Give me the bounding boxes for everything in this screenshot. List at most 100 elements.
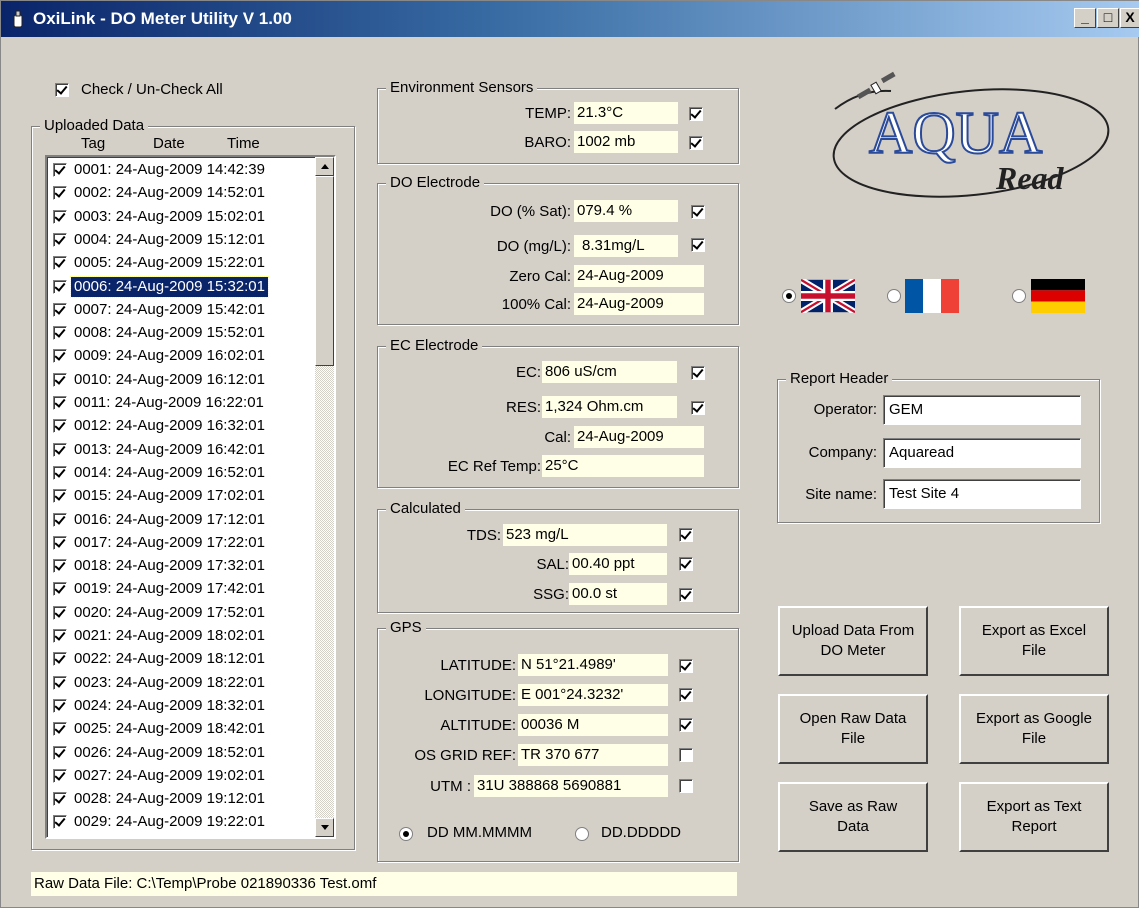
- row-checkbox[interactable]: [53, 698, 67, 713]
- row-checkbox[interactable]: [53, 815, 67, 830]
- data-row[interactable]: 0009: 24-Aug-2009 16:02:01: [51, 346, 313, 366]
- export-text-report-button[interactable]: Export as Text Report: [959, 782, 1109, 852]
- temp-checkbox[interactable]: [689, 107, 703, 121]
- res-checkbox[interactable]: [691, 401, 705, 415]
- data-row[interactable]: 0027: 24-Aug-2009 19:02:01: [51, 766, 313, 786]
- row-checkbox[interactable]: [53, 442, 67, 457]
- data-row[interactable]: 0018: 24-Aug-2009 17:32:01: [51, 556, 313, 576]
- data-row[interactable]: 0006: 24-Aug-2009 15:32:01: [51, 275, 313, 298]
- row-checkbox[interactable]: [53, 279, 67, 294]
- row-checkbox[interactable]: [53, 675, 67, 690]
- data-row[interactable]: 0013: 24-Aug-2009 16:42:01: [51, 440, 313, 460]
- upload-data-button[interactable]: Upload Data From DO Meter: [778, 606, 928, 676]
- row-checkbox[interactable]: [53, 349, 67, 364]
- data-row[interactable]: 0028: 24-Aug-2009 19:12:01: [51, 789, 313, 809]
- export-google-button[interactable]: Export as Google File: [959, 694, 1109, 764]
- row-checkbox[interactable]: [53, 582, 67, 597]
- data-row[interactable]: 0016: 24-Aug-2009 17:12:01: [51, 510, 313, 530]
- data-row[interactable]: 0022: 24-Aug-2009 18:12:01: [51, 649, 313, 669]
- row-checkbox[interactable]: [53, 326, 67, 341]
- longitude-checkbox[interactable]: [679, 688, 693, 702]
- germany-flag-icon[interactable]: [1031, 279, 1085, 313]
- row-checkbox[interactable]: [53, 396, 67, 410]
- title-bar[interactable]: OxiLink - DO Meter Utility V 1.00 _ □ X: [1, 1, 1139, 37]
- row-checkbox[interactable]: [53, 652, 67, 667]
- row-checkbox[interactable]: [53, 186, 67, 201]
- data-row[interactable]: 0023: 24-Aug-2009 18:22:01: [51, 673, 313, 693]
- data-row[interactable]: 0001: 24-Aug-2009 14:42:39: [51, 160, 313, 180]
- data-row[interactable]: 0005: 24-Aug-2009 15:22:01: [51, 253, 313, 273]
- scroll-up-button[interactable]: [315, 157, 334, 176]
- export-excel-button[interactable]: Export as Excel File: [959, 606, 1109, 676]
- row-checkbox[interactable]: [53, 489, 67, 504]
- data-row[interactable]: 0010: 24-Aug-2009 16:12:01: [51, 370, 313, 390]
- row-checkbox[interactable]: [53, 605, 67, 620]
- format-dd-radio[interactable]: [575, 827, 589, 841]
- format-ddmm-radio[interactable]: [399, 827, 413, 841]
- sal-checkbox[interactable]: [679, 557, 693, 571]
- france-flag-icon[interactable]: [905, 279, 959, 313]
- company-input[interactable]: Aquaread: [883, 438, 1081, 468]
- data-row[interactable]: 0015: 24-Aug-2009 17:02:01: [51, 486, 313, 506]
- data-row[interactable]: 0014: 24-Aug-2009 16:52:01: [51, 463, 313, 483]
- row-checkbox[interactable]: [53, 722, 67, 737]
- ssg-checkbox[interactable]: [679, 588, 693, 602]
- row-checkbox[interactable]: [53, 232, 67, 247]
- check-all-checkbox[interactable]: [55, 83, 69, 97]
- row-checkbox[interactable]: [53, 302, 67, 317]
- open-raw-data-button[interactable]: Open Raw Data File: [778, 694, 928, 764]
- data-row[interactable]: 0002: 24-Aug-2009 14:52:01: [51, 183, 313, 203]
- row-checkbox[interactable]: [53, 745, 67, 760]
- data-row[interactable]: 0024: 24-Aug-2009 18:32:01: [51, 696, 313, 716]
- data-row[interactable]: 0011: 24-Aug-2009 16:22:01: [51, 393, 313, 413]
- site-name-input[interactable]: Test Site 4: [883, 479, 1081, 509]
- data-row[interactable]: 0007: 24-Aug-2009 15:42:01: [51, 300, 313, 320]
- row-checkbox[interactable]: [53, 768, 67, 783]
- tds-checkbox[interactable]: [679, 528, 693, 542]
- row-checkbox[interactable]: [53, 419, 67, 434]
- scroll-thumb[interactable]: [315, 176, 334, 366]
- language-french-radio[interactable]: [887, 289, 901, 303]
- longitude-label: LONGITUDE:: [424, 687, 516, 704]
- list-scrollbar[interactable]: [315, 157, 334, 837]
- data-row[interactable]: 0017: 24-Aug-2009 17:22:01: [51, 533, 313, 553]
- utm-checkbox[interactable]: [679, 779, 693, 793]
- close-button[interactable]: X: [1120, 8, 1139, 28]
- scroll-down-button[interactable]: [315, 818, 334, 837]
- ec-checkbox[interactable]: [691, 366, 705, 380]
- data-row[interactable]: 0026: 24-Aug-2009 18:52:01: [51, 743, 313, 763]
- uk-flag-icon[interactable]: [801, 279, 855, 313]
- maximize-button[interactable]: □: [1097, 8, 1119, 28]
- row-checkbox[interactable]: [53, 256, 67, 271]
- row-checkbox[interactable]: [53, 209, 67, 224]
- row-checkbox[interactable]: [53, 372, 67, 387]
- data-row[interactable]: 0020: 24-Aug-2009 17:52:01: [51, 603, 313, 623]
- data-row[interactable]: 0004: 24-Aug-2009 15:12:01: [51, 230, 313, 250]
- row-checkbox[interactable]: [53, 163, 67, 177]
- row-checkbox[interactable]: [53, 535, 67, 550]
- minimize-button[interactable]: _: [1074, 8, 1096, 28]
- data-row[interactable]: 0021: 24-Aug-2009 18:02:01: [51, 626, 313, 646]
- save-raw-data-button[interactable]: Save as Raw Data: [778, 782, 928, 852]
- row-checkbox[interactable]: [53, 792, 67, 807]
- data-row[interactable]: 0019: 24-Aug-2009 17:42:01: [51, 579, 313, 599]
- row-checkbox[interactable]: [53, 559, 67, 574]
- do-mgl-checkbox[interactable]: [691, 238, 705, 252]
- altitude-checkbox[interactable]: [679, 718, 693, 732]
- os-grid-checkbox[interactable]: [679, 748, 693, 762]
- uploaded-data-list[interactable]: 0001: 24-Aug-2009 14:42:39 0002: 24-Aug-2…: [45, 155, 336, 839]
- baro-checkbox[interactable]: [689, 136, 703, 150]
- row-checkbox[interactable]: [53, 512, 67, 527]
- operator-input[interactable]: GEM: [883, 395, 1081, 425]
- language-english-radio[interactable]: [782, 289, 796, 303]
- latitude-checkbox[interactable]: [679, 659, 693, 673]
- row-checkbox[interactable]: [53, 465, 67, 480]
- do-sat-checkbox[interactable]: [691, 205, 705, 219]
- data-row[interactable]: 0003: 24-Aug-2009 15:02:01: [51, 207, 313, 227]
- data-row[interactable]: 0012: 24-Aug-2009 16:32:01: [51, 416, 313, 436]
- language-german-radio[interactable]: [1012, 289, 1026, 303]
- data-row[interactable]: 0029: 24-Aug-2009 19:22:01: [51, 812, 313, 832]
- data-row[interactable]: 0025: 24-Aug-2009 18:42:01: [51, 719, 313, 739]
- data-row[interactable]: 0008: 24-Aug-2009 15:52:01: [51, 323, 313, 343]
- row-checkbox[interactable]: [53, 629, 67, 643]
